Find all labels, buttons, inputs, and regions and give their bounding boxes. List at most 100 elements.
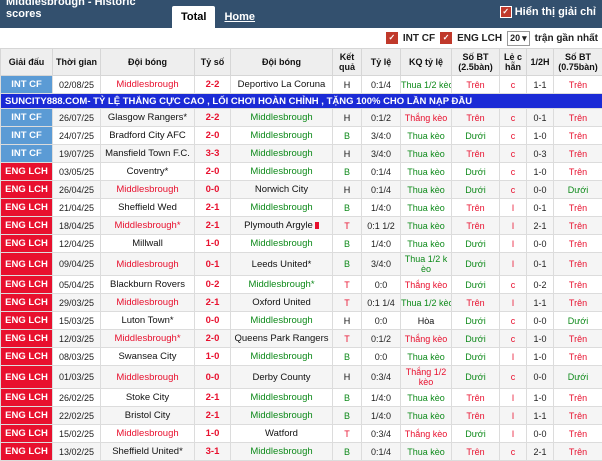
match-score[interactable]: 0-0 <box>195 181 231 199</box>
match-score[interactable]: 0-0 <box>195 312 231 330</box>
home-team[interactable]: Mansfield Town F.C. <box>101 145 195 163</box>
table-row[interactable]: ENG LCH26/02/25Stoke City2-1Middlesbroug… <box>1 389 602 407</box>
league-badge[interactable]: ENG LCH <box>1 443 53 461</box>
match-score[interactable]: 1-0 <box>195 425 231 443</box>
tab-home[interactable]: Home <box>215 6 264 28</box>
ad-banner-text[interactable]: SUNCITY888.COM- TỶ LỆ THẮNG CỰC CAO , LỐ… <box>1 94 602 109</box>
match-score[interactable]: 0-2 <box>195 276 231 294</box>
table-row[interactable]: ENG LCH08/03/25Swansea City1-0Middlesbro… <box>1 348 602 366</box>
home-team[interactable]: Sheffield United* <box>101 443 195 461</box>
home-team[interactable]: Middlesbrough <box>101 76 195 94</box>
league-badge[interactable]: ENG LCH <box>1 199 53 217</box>
checkbox-icon[interactable]: ✓ <box>440 32 452 44</box>
league-badge[interactable]: INT CF <box>1 145 53 163</box>
away-team[interactable]: Middlesbrough <box>231 348 333 366</box>
match-score[interactable]: 3-1 <box>195 443 231 461</box>
away-team[interactable]: Leeds United* <box>231 253 333 276</box>
away-team[interactable]: Middlesbrough <box>231 145 333 163</box>
away-team[interactable]: Middlesbrough <box>231 199 333 217</box>
match-score[interactable]: 2-1 <box>195 294 231 312</box>
match-score[interactable]: 2-2 <box>195 76 231 94</box>
league-badge[interactable]: ENG LCH <box>1 330 53 348</box>
match-score[interactable]: 0-0 <box>195 366 231 389</box>
home-team[interactable]: Bristol City <box>101 407 195 425</box>
league-badge[interactable]: ENG LCH <box>1 253 53 276</box>
league-badge[interactable]: ENG LCH <box>1 217 53 235</box>
away-team[interactable]: Middlesbrough <box>231 443 333 461</box>
league-badge[interactable]: INT CF <box>1 109 53 127</box>
league-badge[interactable]: ENG LCH <box>1 425 53 443</box>
home-team[interactable]: Middlesbrough <box>101 294 195 312</box>
table-row[interactable]: INT CF26/07/25Glasgow Rangers*2-2Middles… <box>1 109 602 127</box>
away-team[interactable]: Queens Park Rangers <box>231 330 333 348</box>
away-team[interactable]: Middlesbrough <box>231 163 333 181</box>
filter-league-eng-lch[interactable]: ENG LCH <box>457 33 502 44</box>
league-badge[interactable]: ENG LCH <box>1 163 53 181</box>
away-team[interactable]: Watford <box>231 425 333 443</box>
league-badge[interactable]: ENG LCH <box>1 312 53 330</box>
table-row[interactable]: ENG LCH29/03/25Middlesbrough2-1Oxford Un… <box>1 294 602 312</box>
away-team[interactable]: Middlesbrough <box>231 389 333 407</box>
home-team[interactable]: Stoke City <box>101 389 195 407</box>
home-team[interactable]: Glasgow Rangers* <box>101 109 195 127</box>
league-badge[interactable]: ENG LCH <box>1 294 53 312</box>
home-team[interactable]: Middlesbrough <box>101 253 195 276</box>
table-row[interactable]: ENG LCH15/02/25Middlesbrough1-0WatfordT0… <box>1 425 602 443</box>
home-team[interactable]: Middlesbrough <box>101 366 195 389</box>
league-badge[interactable]: INT CF <box>1 127 53 145</box>
table-row[interactable]: INT CF19/07/25Mansfield Town F.C.3-3Midd… <box>1 145 602 163</box>
match-score[interactable]: 1-0 <box>195 235 231 253</box>
table-row[interactable]: ENG LCH03/05/25Coventry*2-0Middlesbrough… <box>1 163 602 181</box>
match-score[interactable]: 2-1 <box>195 389 231 407</box>
home-team[interactable]: Middlesbrough* <box>101 217 195 235</box>
match-score[interactable]: 2-0 <box>195 127 231 145</box>
table-row[interactable]: INT CF02/08/25Middlesbrough2-2Deportivo … <box>1 76 602 94</box>
match-score[interactable]: 2-0 <box>195 163 231 181</box>
home-team[interactable]: Sheffield Wed <box>101 199 195 217</box>
away-team[interactable]: Plymouth Argyle <box>231 217 333 235</box>
checkbox-icon[interactable]: ✓ <box>386 32 398 44</box>
home-team[interactable]: Coventry* <box>101 163 195 181</box>
table-row[interactable]: INT CF24/07/25Bradford City AFC2-0Middle… <box>1 127 602 145</box>
home-team[interactable]: Millwall <box>101 235 195 253</box>
tab-total[interactable]: Total <box>172 6 215 28</box>
table-row[interactable]: ENG LCH09/04/25Middlesbrough0-1Leeds Uni… <box>1 253 602 276</box>
match-score[interactable]: 2-1 <box>195 199 231 217</box>
table-row[interactable]: ENG LCH12/03/25Middlesbrough*2-0Queens P… <box>1 330 602 348</box>
away-team[interactable]: Derby County <box>231 366 333 389</box>
home-team[interactable]: Middlesbrough* <box>101 330 195 348</box>
home-team[interactable]: Bradford City AFC <box>101 127 195 145</box>
home-team[interactable]: Swansea City <box>101 348 195 366</box>
home-team[interactable]: Middlesbrough <box>101 425 195 443</box>
checkbox-icon[interactable]: ✓ <box>500 6 512 18</box>
table-row[interactable]: ENG LCH21/04/25Sheffield Wed2-1Middlesbr… <box>1 199 602 217</box>
home-team[interactable]: Luton Town* <box>101 312 195 330</box>
away-team[interactable]: Middlesbrough <box>231 312 333 330</box>
match-count-select[interactable]: 20 ▾ <box>507 31 530 46</box>
away-team[interactable]: Deportivo La Coruna <box>231 76 333 94</box>
table-row[interactable]: ENG LCH26/04/25Middlesbrough0-0Norwich C… <box>1 181 602 199</box>
table-row[interactable]: ENG LCH15/03/25Luton Town*0-0Middlesbrou… <box>1 312 602 330</box>
table-row[interactable]: ENG LCH18/04/25Middlesbrough*2-1Plymouth… <box>1 217 602 235</box>
away-team[interactable]: Middlesbrough <box>231 235 333 253</box>
match-score[interactable]: 2-0 <box>195 330 231 348</box>
league-badge[interactable]: ENG LCH <box>1 181 53 199</box>
league-badge[interactable]: ENG LCH <box>1 348 53 366</box>
away-team[interactable]: Norwich City <box>231 181 333 199</box>
ad-banner-row[interactable]: SUNCITY888.COM- TỶ LỆ THẮNG CỰC CAO , LỐ… <box>1 94 602 109</box>
show-half-toggle[interactable]: ✓ Hiển thị giải chỉ <box>500 6 596 18</box>
match-score[interactable]: 2-1 <box>195 407 231 425</box>
away-team[interactable]: Oxford United <box>231 294 333 312</box>
match-score[interactable]: 3-3 <box>195 145 231 163</box>
home-team[interactable]: Blackburn Rovers <box>101 276 195 294</box>
league-badge[interactable]: ENG LCH <box>1 235 53 253</box>
away-team[interactable]: Middlesbrough* <box>231 276 333 294</box>
filter-league-int-cf[interactable]: INT CF <box>403 33 435 44</box>
league-badge[interactable]: ENG LCH <box>1 407 53 425</box>
league-badge[interactable]: ENG LCH <box>1 366 53 389</box>
match-score[interactable]: 2-2 <box>195 109 231 127</box>
table-row[interactable]: ENG LCH22/02/25Bristol City2-1Middlesbro… <box>1 407 602 425</box>
away-team[interactable]: Middlesbrough <box>231 109 333 127</box>
match-score[interactable]: 1-0 <box>195 348 231 366</box>
table-row[interactable]: ENG LCH05/04/25Blackburn Rovers0-2Middle… <box>1 276 602 294</box>
